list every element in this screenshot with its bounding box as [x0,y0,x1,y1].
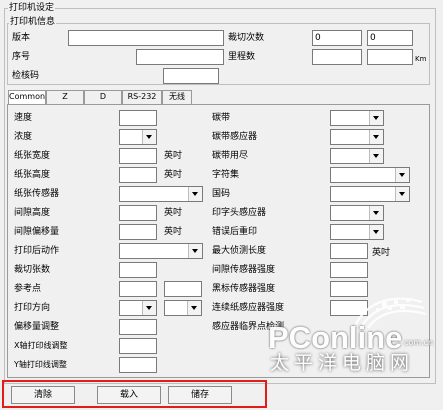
paper-height-unit: 英吋 [164,170,183,180]
paper-width-field[interactable] [119,148,157,164]
density-label: 浓度 [14,132,33,142]
head-sensor-label: 印字头感应器 [212,208,267,218]
checksum-field[interactable] [163,68,219,84]
speed-field[interactable] [119,110,157,126]
charset-select[interactable] [330,167,410,183]
mileage-label: 里程数 [228,52,256,62]
reprint-after-error-label: 错误后重印 [212,227,258,237]
country-code-label: 国码 [212,189,231,199]
density-select[interactable] [119,129,157,145]
reprint-after-error-select[interactable] [330,224,384,240]
cut-count-label: 裁切次数 [228,33,265,43]
chevron-down-icon [187,301,201,315]
ribbon-sensor-label: 碳带感应器 [212,132,258,142]
reference-point-x-field[interactable] [119,281,157,297]
chevron-down-icon [142,301,156,315]
serial-label: 序号 [12,52,31,62]
chevron-down-icon [369,130,383,144]
head-sensor-select[interactable] [330,205,384,221]
clear-button[interactable]: 清除 [11,386,75,404]
chevron-down-icon [142,130,156,144]
chevron-down-icon [395,187,409,201]
speed-label: 速度 [14,113,33,123]
ribbon-select[interactable] [330,110,384,126]
gap-height-field[interactable] [119,205,157,221]
watermark-logo: PConline com.cn 太平洋电脑网 [264,292,439,382]
reference-point-y-field[interactable] [164,281,202,297]
gap-height-unit: 英吋 [164,208,183,218]
watermark-domain: com.cn [404,338,434,347]
max-detect-length-label: 最大侦测长度 [212,246,267,256]
chevron-down-icon [369,149,383,163]
tab-rs232[interactable]: RS-232 [122,90,162,104]
watermark-chinese: 太平洋电脑网 [270,352,415,374]
chevron-down-icon [369,206,383,220]
tab-wireless[interactable]: 无线 [162,90,192,104]
watermark-brand: PConline [268,320,403,355]
chevron-down-icon [188,187,202,201]
printer-info-title: 打印机信息 [9,17,57,27]
chevron-down-icon [369,111,383,125]
version-field[interactable] [68,30,224,46]
chevron-down-icon [395,168,409,182]
x-print-line-label: X轴打印线调整 [14,341,68,350]
gap-offset-unit: 英吋 [164,227,183,237]
cut-pieces-field[interactable] [119,262,157,278]
ribbon-end-select[interactable] [330,148,384,164]
x-print-line-field[interactable] [119,338,157,354]
print-direction-select-1[interactable] [119,300,157,316]
post-print-action-label: 打印后动作 [14,246,60,256]
charset-label: 字符集 [212,170,240,180]
ribbon-end-label: 碳带用尽 [212,151,249,161]
paper-sensor-label: 纸张传感器 [14,189,60,199]
gap-height-label: 间隙高度 [14,208,51,218]
cut-count-field-1[interactable]: 0 [312,30,362,46]
paper-sensor-select[interactable] [119,186,203,202]
offset-adjust-label: 偏移量调整 [14,322,60,332]
gap-sensor-strength-label: 间隙传感器强度 [212,265,276,275]
checksum-label: 检核码 [12,71,40,81]
load-button[interactable]: 载入 [97,386,161,404]
gap-sensor-strength-field[interactable] [330,262,368,278]
serial-field[interactable] [136,49,224,65]
reference-point-label: 参考点 [14,284,42,294]
chevron-down-icon [188,244,202,258]
post-print-action-select[interactable] [119,243,203,259]
offset-adjust-field[interactable] [119,319,157,335]
tab-z[interactable]: Z [46,90,84,104]
ribbon-sensor-select[interactable] [330,129,384,145]
print-direction-select-2[interactable] [164,300,202,316]
chevron-down-icon [369,225,383,239]
country-code-select[interactable] [330,186,410,202]
cut-pieces-label: 裁切张数 [14,265,51,275]
max-detect-length-field[interactable] [330,243,368,259]
print-direction-label: 打印方向 [14,303,51,313]
printer-settings-title: 打印机设定 [8,3,56,13]
tab-common[interactable]: Common [8,90,46,105]
max-detect-length-unit: 英吋 [372,248,391,258]
ribbon-label: 碳带 [212,113,231,123]
y-print-line-field[interactable] [119,357,157,373]
paper-height-field[interactable] [119,167,157,183]
gap-offset-label: 间隙偏移量 [14,227,60,237]
version-label: 版本 [12,33,31,43]
mileage-unit: Km [415,55,427,63]
save-button[interactable]: 储存 [168,386,232,404]
paper-width-label: 纸张宽度 [14,151,51,161]
paper-width-unit: 英吋 [164,151,183,161]
gap-offset-field[interactable] [119,224,157,240]
paper-height-label: 纸张高度 [14,170,51,180]
y-print-line-label: Y轴打印线调整 [14,360,67,369]
cut-count-field-2[interactable]: 0 [367,30,413,46]
tab-d[interactable]: D [84,90,122,104]
mileage-field-1[interactable] [312,49,362,65]
mileage-field-2[interactable] [367,49,413,65]
